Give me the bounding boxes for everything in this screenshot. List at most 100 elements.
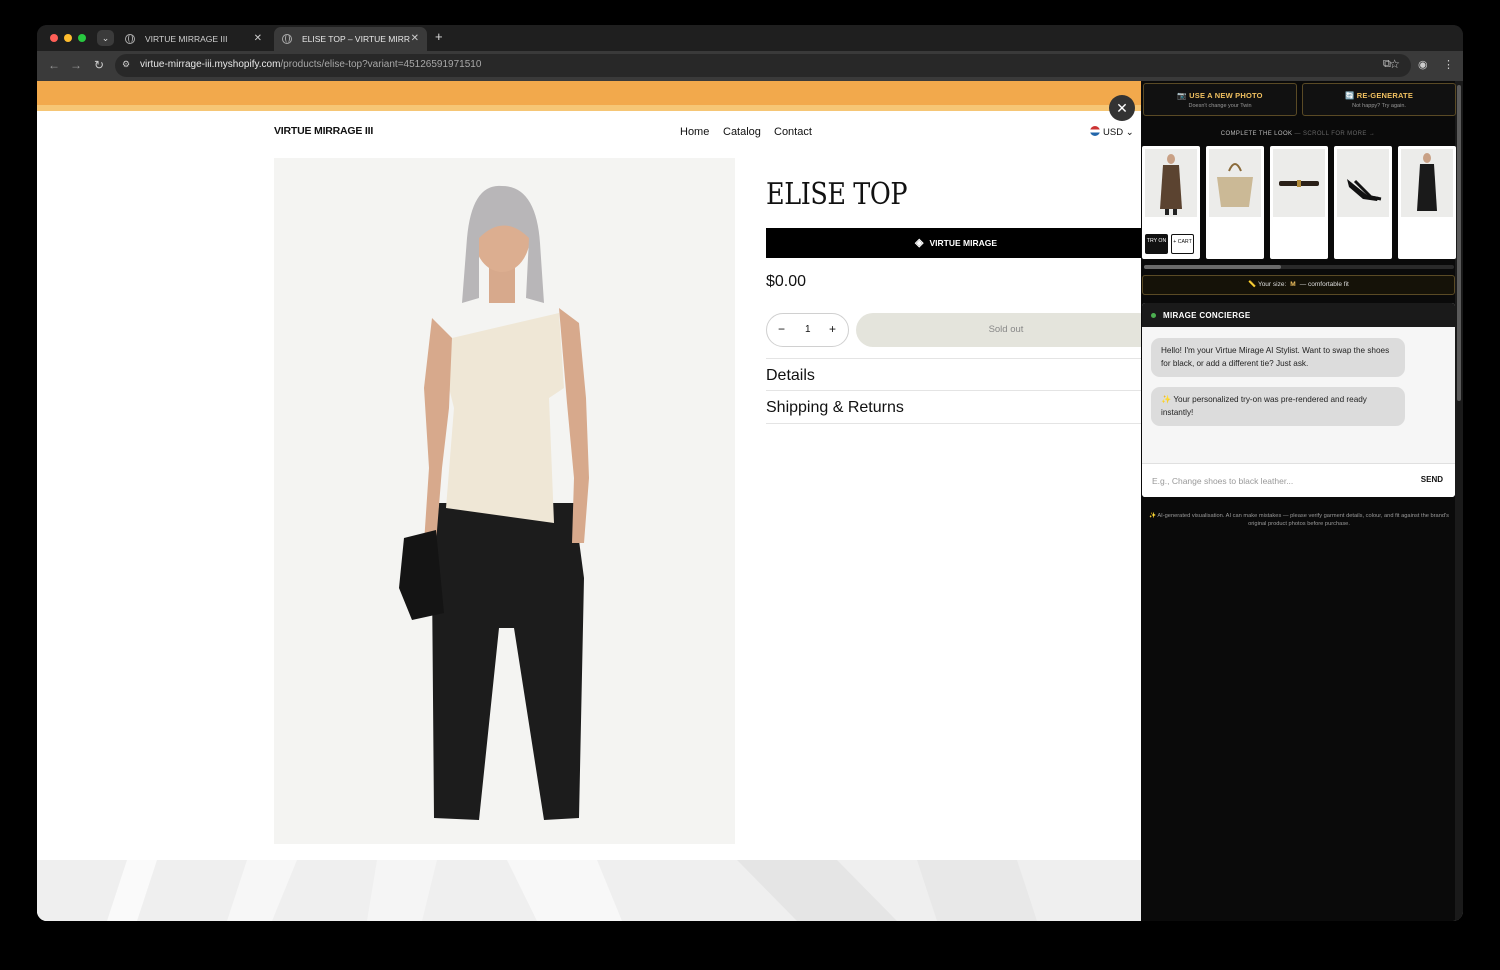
- globe-icon: [282, 34, 292, 44]
- use-new-photo-sub: Doesn't change your Twin: [1188, 103, 1252, 109]
- size-recommendation: 📏 Your size: M — comfortable fit: [1142, 275, 1455, 295]
- minimize-window-button[interactable]: [64, 34, 72, 42]
- heels-thumbnail: [1337, 149, 1389, 217]
- close-tab-icon[interactable]: ✕: [411, 27, 419, 51]
- virtue-mirage-panel: 📷 USE A NEW PHOTO Doesn't change your Tw…: [1141, 81, 1463, 921]
- details-accordion[interactable]: Details: [766, 367, 815, 385]
- online-status-icon: [1151, 313, 1156, 318]
- chat-input[interactable]: [1152, 473, 1402, 489]
- nav-catalog[interactable]: Catalog: [723, 126, 761, 138]
- chat-title: MIRAGE CONCIERGE: [1163, 311, 1251, 320]
- use-new-photo-label: 📷 USE A NEW PHOTO: [1177, 91, 1263, 100]
- shipping-returns-accordion[interactable]: Shipping & Returns: [766, 399, 904, 417]
- size-suffix: — comfortable fit: [1299, 281, 1349, 288]
- belt-thumbnail: [1273, 149, 1325, 217]
- forward-icon[interactable]: →: [70, 58, 82, 72]
- site-info-icon[interactable]: ⚙: [122, 59, 134, 71]
- currency-label: USD: [1103, 127, 1124, 138]
- size-prefix: 📏 Your size:: [1248, 281, 1287, 288]
- layers-icon: ◈: [915, 237, 924, 249]
- look-scrollbar[interactable]: [1144, 265, 1454, 269]
- menu-icon[interactable]: ⋮: [1443, 58, 1454, 71]
- regenerate-sub: Not happy? Try again.: [1352, 103, 1406, 109]
- belt-image: [1273, 149, 1325, 217]
- sold-out-button[interactable]: Sold out: [856, 313, 1156, 347]
- tab-title: ELISE TOP – VIRTUE MIRRAGE III: [302, 34, 410, 44]
- us-flag-icon: [1090, 126, 1100, 136]
- look-card[interactable]: TRY ON + CART: [1142, 146, 1200, 259]
- product-price: $0.00: [766, 273, 807, 290]
- panel-scrollbar[interactable]: [1455, 81, 1463, 921]
- divider: [766, 358, 1146, 359]
- product-title: ELISE TOP: [766, 177, 908, 212]
- nav-home[interactable]: Home: [680, 126, 709, 138]
- complete-look-label: COMPLETE THE LOOK: [1220, 131, 1293, 137]
- tab-search-icon[interactable]: ⌄: [97, 30, 114, 46]
- announcement-bar: [37, 81, 1141, 111]
- tab-virtue-mirrage[interactable]: VIRTUE MIRRAGE III ✕: [117, 27, 270, 51]
- quantity-stepper: − 1 +: [766, 313, 849, 347]
- browser-window: ⌄ VIRTUE MIRRAGE III ✕ ELISE TOP – VIRTU…: [37, 25, 1463, 921]
- add-to-cart-button[interactable]: + CART: [1171, 234, 1194, 254]
- quantity-value[interactable]: 1: [805, 324, 811, 335]
- footer-pattern: [37, 860, 1141, 921]
- close-window-button[interactable]: [50, 34, 58, 42]
- regenerate-button[interactable]: 🔄 RE-GENERATE Not happy? Try again.: [1302, 83, 1456, 116]
- profile-icon[interactable]: ◉: [1418, 58, 1428, 71]
- chat-message: Hello! I'm your Virtue Mirage AI Stylist…: [1151, 338, 1405, 377]
- close-panel-button[interactable]: ✕: [1109, 95, 1135, 121]
- new-tab-button[interactable]: +: [435, 29, 443, 44]
- look-card[interactable]: [1270, 146, 1328, 259]
- virtue-mirage-label: VIRTUE MIRAGE: [929, 238, 997, 248]
- tab-title: VIRTUE MIRRAGE III: [145, 34, 228, 44]
- tab-elise-top[interactable]: ELISE TOP – VIRTUE MIRRAGE III ✕: [274, 27, 427, 51]
- store-logo[interactable]: VIRTUE MIRRAGE III: [274, 125, 373, 137]
- increase-quantity-button[interactable]: +: [829, 322, 836, 336]
- concierge-chat: MIRAGE CONCIERGE Hello! I'm your Virtue …: [1142, 303, 1455, 497]
- black-outfit-thumbnail: [1401, 149, 1453, 217]
- url-text: virtue-mirrage-iii.myshopify.com/product…: [140, 59, 481, 70]
- send-button[interactable]: SEND: [1421, 475, 1443, 484]
- address-bar[interactable]: ⚙ virtue-mirrage-iii.myshopify.com/produ…: [115, 54, 1411, 77]
- globe-icon: [125, 34, 135, 44]
- scroll-hint: — SCROLL FOR MORE →: [1294, 131, 1376, 137]
- model-photo: [274, 158, 735, 844]
- chat-message: ✨ Your personalized try-on was pre-rende…: [1151, 387, 1405, 426]
- coat-look-image: [1145, 149, 1197, 217]
- try-on-button[interactable]: TRY ON: [1145, 234, 1168, 254]
- black-outfit-image: [1401, 149, 1453, 217]
- divider: [766, 423, 1146, 424]
- chat-header: MIRAGE CONCIERGE: [1142, 303, 1455, 327]
- regenerate-label: 🔄 RE-GENERATE: [1344, 91, 1414, 100]
- ai-disclaimer: ✨ AI-generated visualisation. AI can mak…: [1149, 513, 1449, 527]
- back-icon[interactable]: ←: [48, 58, 60, 72]
- footer-decoration: [37, 860, 1141, 921]
- close-tab-icon[interactable]: ✕: [254, 27, 262, 51]
- size-value: M: [1290, 281, 1296, 288]
- tote-bag-thumbnail: [1209, 149, 1261, 217]
- use-new-photo-button[interactable]: 📷 USE A NEW PHOTO Doesn't change your Tw…: [1143, 83, 1297, 116]
- page-viewport: VIRTUE MIRRAGE III Home Catalog Contact …: [37, 81, 1463, 921]
- currency-selector[interactable]: USD ⌄: [1090, 126, 1134, 138]
- heels-image: [1337, 149, 1389, 217]
- extensions-icon[interactable]: ⧉: [1383, 58, 1391, 71]
- reload-icon[interactable]: ↻: [94, 58, 104, 72]
- tote-bag-image: [1209, 149, 1261, 217]
- look-card[interactable]: [1206, 146, 1264, 259]
- divider: [766, 390, 1146, 391]
- url-host: virtue-mirrage-iii.myshopify.com: [140, 59, 281, 70]
- product-image: [274, 158, 735, 844]
- chat-input-bar: SEND: [1142, 463, 1455, 497]
- nav-contact[interactable]: Contact: [774, 126, 812, 138]
- tab-strip: ⌄ VIRTUE MIRRAGE III ✕ ELISE TOP – VIRTU…: [37, 25, 1463, 51]
- look-card[interactable]: [1334, 146, 1392, 259]
- virtue-mirage-button[interactable]: ◈ VIRTUE MIRAGE: [766, 228, 1146, 258]
- browser-toolbar: ← → ↻ ⚙ virtue-mirrage-iii.myshopify.com…: [37, 51, 1463, 81]
- look-card[interactable]: [1398, 146, 1456, 259]
- chevron-down-icon: ⌄: [1125, 127, 1134, 138]
- complete-the-look-heading: COMPLETE THE LOOK — SCROLL FOR MORE →: [1141, 131, 1455, 137]
- coat-look-thumbnail: [1145, 149, 1197, 217]
- maximize-window-button[interactable]: [78, 34, 86, 42]
- url-path: /products/elise-top?variant=451265919715…: [280, 59, 482, 70]
- decrease-quantity-button[interactable]: −: [778, 322, 785, 336]
